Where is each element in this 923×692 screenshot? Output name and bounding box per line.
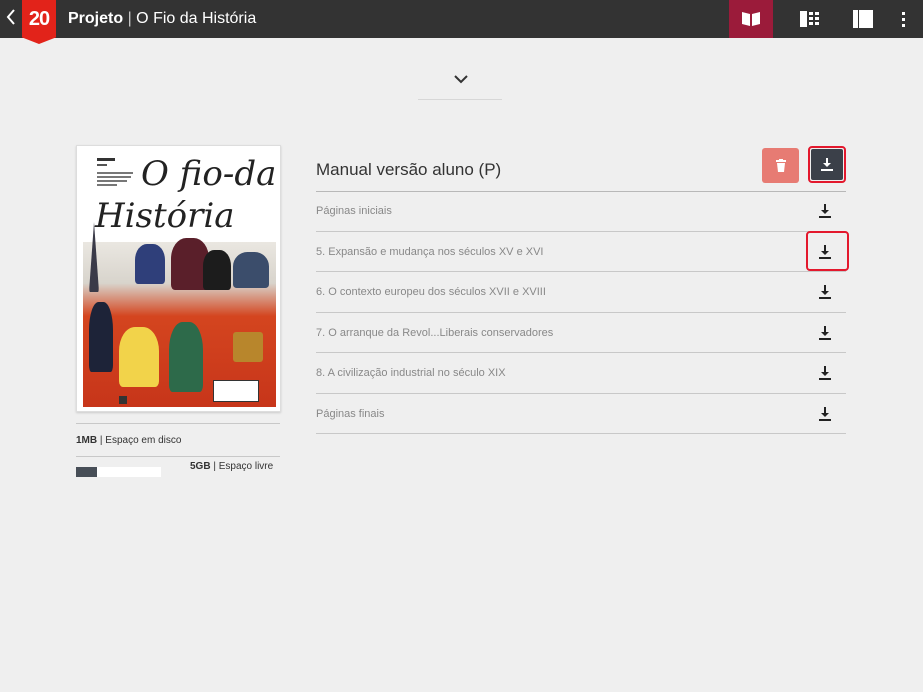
cover-image: O fio-da História (83, 152, 276, 407)
figure (169, 322, 203, 392)
chapter-list: Páginas iniciais 5. Expansão e mudança no… (316, 191, 846, 434)
book-open-icon (742, 12, 760, 26)
page-title: Projeto | O Fio da História (68, 9, 256, 29)
download-icon[interactable] (818, 284, 832, 300)
divider (76, 456, 280, 457)
chapter-row[interactable]: 6. O contexto europeu dos séculos XVII e… (316, 272, 846, 313)
free-label: | Espaço livre (210, 461, 274, 472)
publisher-logo (119, 396, 127, 404)
cover-badge (213, 380, 259, 402)
chevron-left-icon[interactable] (4, 8, 18, 30)
manual-title: Manual versão aluno (P) (316, 160, 502, 179)
chapter-label: 7. O arranque da Revol...Liberais conser… (316, 326, 554, 339)
figure (233, 332, 263, 362)
figure (89, 302, 113, 372)
more-menu-button[interactable] (885, 0, 923, 38)
download-highlight (806, 231, 849, 271)
cover-title-line1: O fio-da (141, 154, 276, 194)
figure (135, 244, 165, 284)
disk-usage: 1MB | Espaço em disco (76, 435, 181, 446)
chapter-row[interactable]: 7. O arranque da Revol...Liberais conser… (316, 313, 846, 353)
download-all-button-inner (811, 149, 843, 180)
app-logo[interactable]: 20 (22, 0, 56, 44)
chapter-label: Páginas finais (316, 407, 385, 420)
title-separator: | (123, 10, 137, 27)
chevron-down-icon[interactable] (452, 72, 470, 86)
chapter-label: 6. O contexto europeu dos séculos XVII e… (316, 286, 546, 298)
sidebar-icon (853, 10, 873, 28)
cover-publisher-text (97, 158, 137, 188)
disk-size: 1MB (76, 435, 98, 446)
download-icon (821, 158, 833, 171)
free-space: 5GB | Espaço livre (190, 461, 273, 472)
download-icon[interactable] (818, 365, 832, 381)
figure (119, 327, 159, 387)
delete-button[interactable] (762, 148, 799, 183)
chapter-row[interactable]: Páginas iniciais (316, 191, 846, 232)
chapter-label: 5. Expansão e mudança nos séculos XV e X… (316, 245, 544, 258)
cover-title-line2: História (95, 196, 235, 236)
figure (233, 252, 269, 288)
storage-progress-bar (76, 467, 161, 477)
trash-icon (775, 159, 786, 172)
storage-progress-fill (76, 467, 98, 477)
book-cover: O fio-da História (76, 145, 281, 412)
chapter-label: Páginas iniciais (316, 205, 392, 217)
divider (418, 99, 502, 100)
more-vertical-icon (902, 12, 905, 27)
chapter-row[interactable]: Páginas finais (316, 394, 846, 434)
title-book-name: O Fio da História (136, 10, 257, 27)
chapter-row[interactable]: 5. Expansão e mudança nos séculos XV e X… (316, 232, 846, 272)
download-all-button[interactable] (808, 146, 846, 183)
chapter-row[interactable]: 8. A civilização industrial no século XI… (316, 353, 846, 394)
book-view-button[interactable] (729, 0, 773, 38)
top-bar: 20 Projeto | O Fio da História (0, 0, 923, 44)
download-icon[interactable] (818, 203, 832, 219)
grid-sidebar-icon (800, 11, 819, 27)
disk-label: | Espaço em disco (97, 435, 182, 446)
download-icon[interactable] (818, 406, 832, 422)
divider (76, 423, 280, 424)
sidebar-view-button[interactable] (841, 0, 885, 38)
title-project: Projeto (68, 10, 124, 27)
download-icon[interactable] (818, 325, 832, 341)
free-size: 5GB (190, 461, 211, 472)
figure (203, 250, 231, 290)
grid-view-button[interactable] (788, 0, 832, 38)
chapter-label: 8. A civilização industrial no século XI… (316, 367, 506, 379)
